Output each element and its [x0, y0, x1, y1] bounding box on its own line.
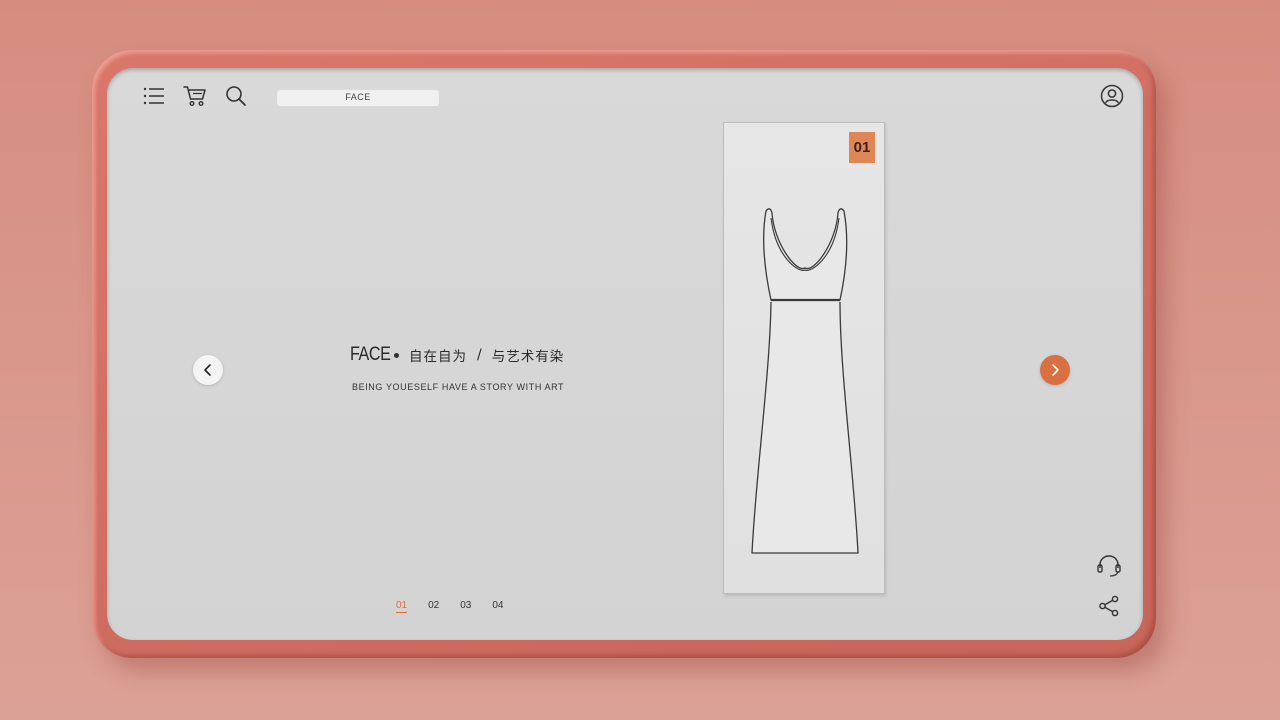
headline: FACE 自在自为 / 与艺术有染: [350, 344, 564, 366]
headset-icon[interactable]: [1096, 554, 1122, 582]
headline-part-1: 自在自为: [409, 349, 467, 365]
pager-item[interactable]: 04: [492, 600, 503, 613]
search-icon[interactable]: [225, 85, 247, 111]
share-icon[interactable]: [1098, 595, 1120, 621]
pager-item[interactable]: 01: [396, 600, 408, 613]
product-card[interactable]: 01: [723, 122, 885, 594]
next-slide-button[interactable]: [1040, 355, 1070, 385]
dress-illustration: [751, 208, 859, 554]
bullet-dot: [394, 352, 399, 358]
pager-item[interactable]: 02: [428, 600, 439, 613]
headline-part-2: 与艺术有染: [491, 349, 565, 365]
headline-separator: /: [477, 347, 482, 363]
slide-pager: 01 02 03 04: [396, 600, 504, 613]
user-icon[interactable]: [1100, 84, 1124, 112]
prev-slide-button[interactable]: [193, 355, 223, 385]
app-screen: FACE FACE 自在自为 / 与艺术有染 BEING YOUESELF HA…: [107, 68, 1143, 640]
card-number-badge: 01: [849, 132, 875, 163]
chevron-right-icon: [1052, 364, 1059, 376]
chevron-left-icon: [204, 364, 211, 376]
brand-logo-text: FACE: [350, 344, 391, 365]
headline-subtitle: BEING YOUESELF HAVE A STORY WITH ART: [352, 382, 565, 392]
search-input[interactable]: FACE: [277, 89, 439, 106]
pager-item[interactable]: 03: [460, 600, 471, 613]
cart-icon[interactable]: [183, 85, 207, 111]
menu-icon[interactable]: [143, 86, 165, 110]
